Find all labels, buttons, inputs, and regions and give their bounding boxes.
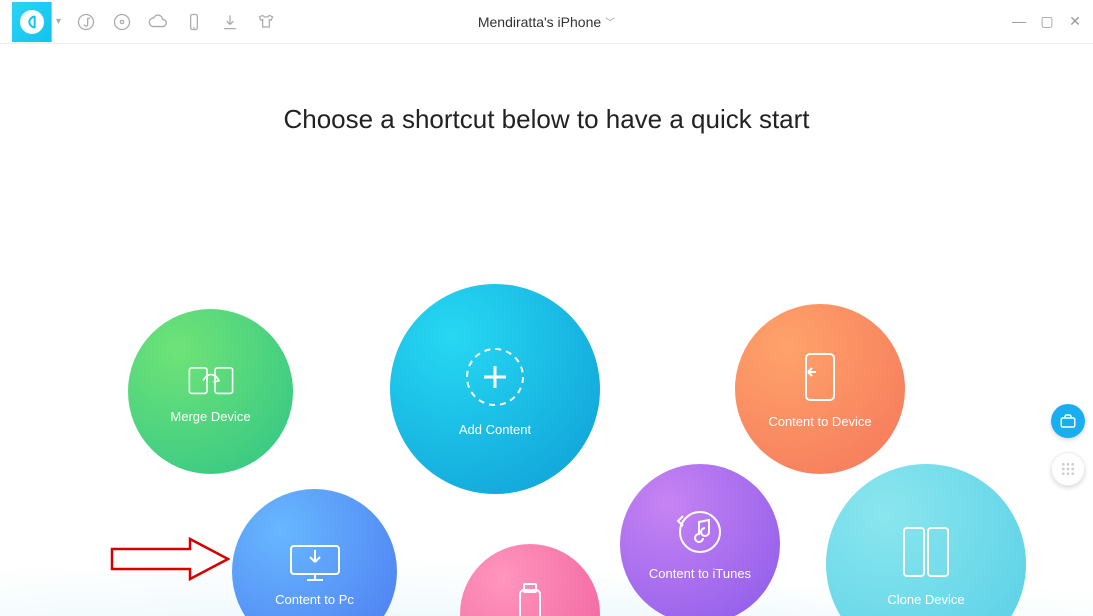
shortcut-label: Content to Device: [768, 414, 871, 429]
app-dropdown-chevron[interactable]: ▾: [52, 16, 67, 27]
shortcut-fast-drive[interactable]: Fast Drive: [460, 544, 600, 616]
app-logo[interactable]: [12, 2, 52, 42]
side-nav-grid[interactable]: [1051, 452, 1085, 486]
grid-icon: [1060, 461, 1076, 477]
content-to-device-icon: [798, 350, 842, 404]
window-controls: — ▢ ✕: [1011, 13, 1083, 30]
toolbox-icon: [1059, 412, 1077, 430]
main-area: Choose a shortcut below to have a quick …: [0, 104, 1093, 616]
side-nav: [1051, 404, 1085, 486]
cloud-icon[interactable]: [147, 11, 169, 33]
shortcut-content-to-pc[interactable]: Content to Pc: [232, 489, 397, 616]
minimize-button[interactable]: —: [1011, 13, 1027, 30]
shortcut-clone-device[interactable]: Clone Device: [826, 464, 1026, 616]
clone-device-icon: [898, 522, 954, 582]
maximize-button[interactable]: ▢: [1039, 13, 1055, 30]
download-icon[interactable]: [219, 11, 241, 33]
fast-drive-icon: [516, 580, 544, 616]
shortcut-label: Add Content: [459, 422, 531, 437]
content-to-itunes-icon: [673, 508, 727, 556]
shortcut-label: Clone Device: [887, 592, 964, 607]
shortcut-label: Merge Device: [170, 409, 250, 424]
titlebar: ▾ Mendiratta's iPhone ﹀ — ▢ ✕: [0, 0, 1093, 44]
content-to-pc-icon: [285, 536, 345, 582]
shortcut-label: Content to iTunes: [649, 566, 751, 581]
shortcut-label: Content to Pc: [275, 592, 354, 607]
shortcut-content-to-itunes[interactable]: Content to iTunes: [620, 464, 780, 616]
disc-icon[interactable]: [111, 11, 133, 33]
close-button[interactable]: ✕: [1067, 13, 1083, 30]
phone-icon[interactable]: [183, 11, 205, 33]
shortcut-merge-device[interactable]: Merge Device: [128, 309, 293, 474]
page-headline: Choose a shortcut below to have a quick …: [0, 104, 1093, 135]
side-nav-toolbox[interactable]: [1051, 404, 1085, 438]
device-name-label: Mendiratta's iPhone: [478, 14, 601, 30]
app-logo-glyph: [20, 10, 44, 34]
tshirt-icon[interactable]: [255, 11, 277, 33]
chevron-down-icon: ﹀: [605, 14, 615, 29]
device-selector[interactable]: Mendiratta's iPhone ﹀: [478, 14, 615, 30]
add-content-icon: [460, 342, 530, 412]
shortcut-add-content[interactable]: Add Content: [390, 284, 600, 494]
toolbar-icon-group: [75, 11, 277, 33]
music-icon[interactable]: [75, 11, 97, 33]
annotation-arrow: [110, 534, 230, 584]
shortcut-content-to-device[interactable]: Content to Device: [735, 304, 905, 474]
merge-device-icon: [187, 359, 235, 399]
